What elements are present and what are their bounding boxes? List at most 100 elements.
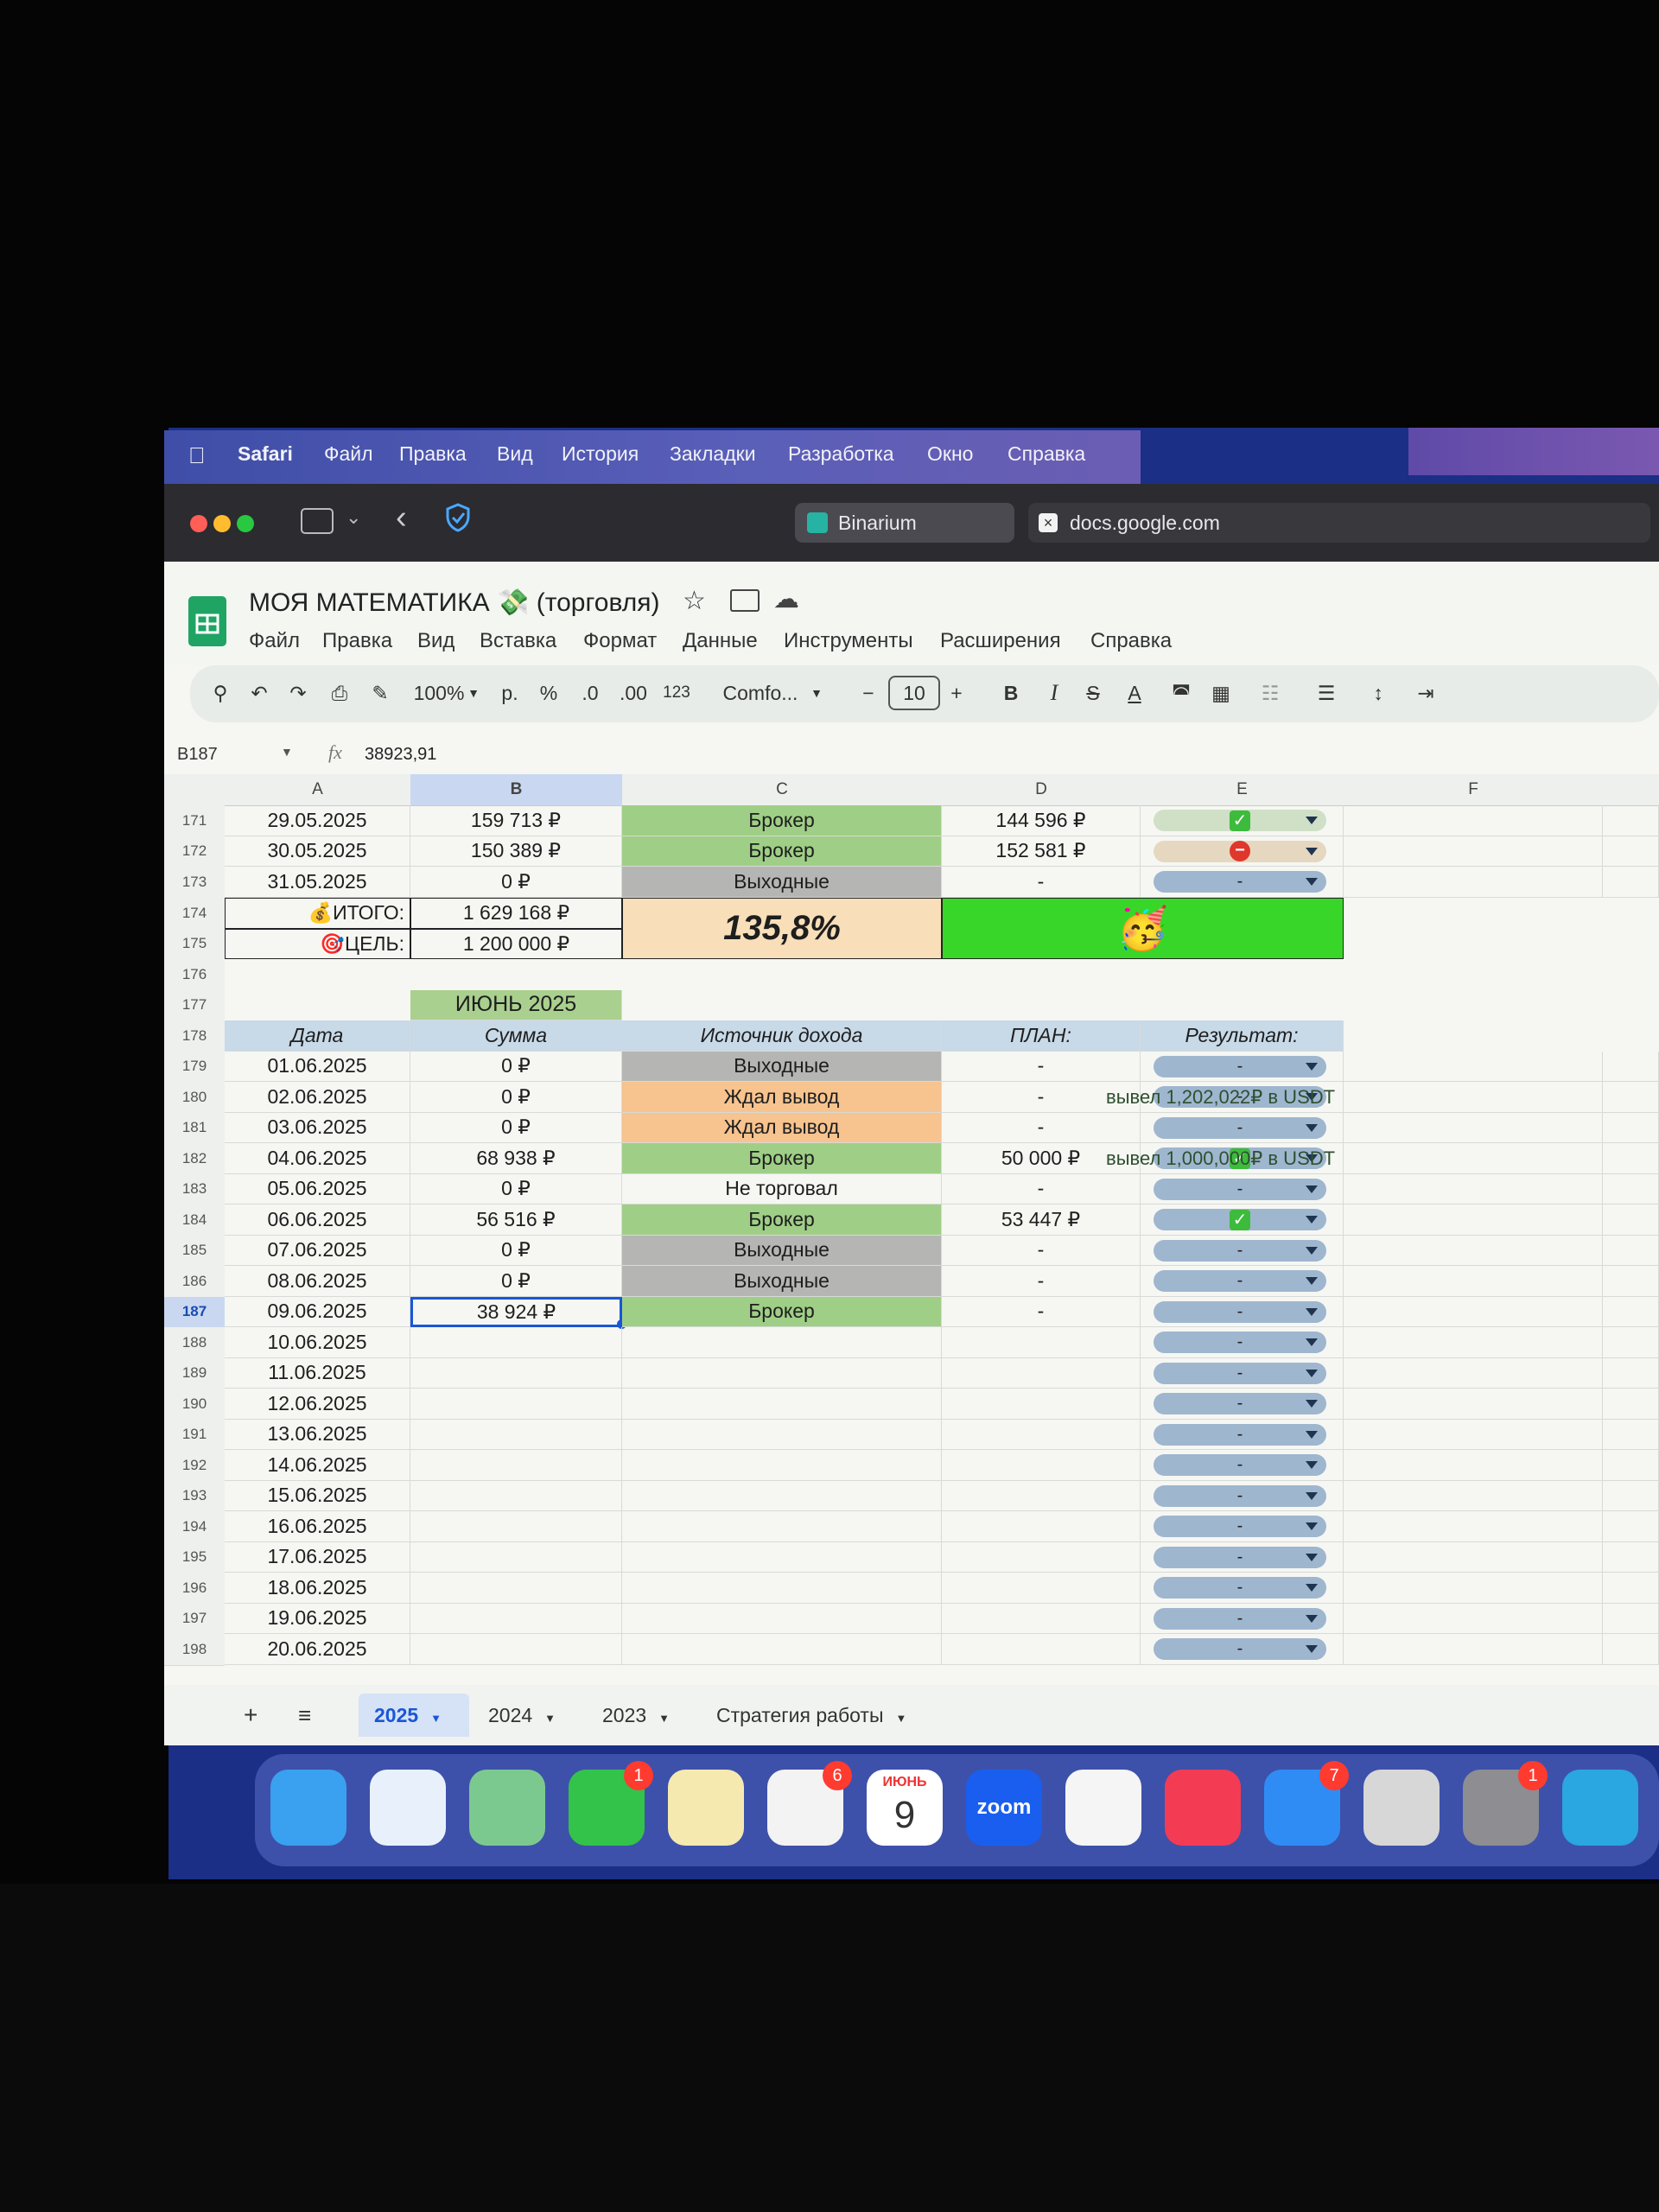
menu-help[interactable]: Справка — [1007, 442, 1085, 466]
chevron-down-icon[interactable]: ▼ — [895, 1712, 906, 1725]
gs-menu-insert[interactable]: Вставка — [480, 629, 556, 653]
column-header-a[interactable]: A — [225, 774, 411, 806]
note-cell[interactable] — [1344, 867, 1603, 898]
note-cell[interactable] — [1344, 805, 1603, 836]
row-number[interactable]: 182 — [164, 1143, 225, 1175]
gs-menu-file[interactable]: Файл — [249, 629, 300, 653]
paint-format-icon[interactable]: ✎ — [367, 676, 393, 710]
result-dropdown[interactable]: - — [1154, 871, 1326, 893]
amount-cell[interactable] — [410, 1511, 622, 1542]
amount-cell[interactable] — [410, 1634, 622, 1665]
result-dropdown[interactable]: - — [1154, 1239, 1326, 1262]
source-cell[interactable]: Выходные — [622, 867, 942, 898]
source-cell[interactable]: Брокер — [622, 805, 942, 836]
note-cell[interactable] — [1344, 1173, 1603, 1205]
result-dropdown[interactable]: - — [1154, 1638, 1326, 1660]
amount-cell[interactable] — [410, 1480, 622, 1511]
amount-cell[interactable] — [410, 1450, 622, 1481]
column-header-g[interactable] — [1603, 774, 1659, 806]
row-number[interactable]: 181 — [164, 1112, 225, 1144]
add-sheet-button[interactable]: + — [244, 1694, 257, 1737]
plan-cell[interactable] — [942, 1327, 1141, 1358]
sheet-tab[interactable]: 2024 ▼ — [473, 1694, 583, 1737]
row-number[interactable]: 177 — [164, 989, 225, 1021]
redo-icon[interactable]: ↷ — [285, 676, 311, 710]
month-title[interactable]: ИЮНЬ 2025 — [410, 989, 622, 1020]
note-cell[interactable] — [1344, 1266, 1603, 1297]
settings-icon[interactable]: 1 — [1463, 1761, 1548, 1846]
date-cell[interactable]: 11.06.2025 — [225, 1357, 410, 1389]
source-cell[interactable] — [622, 1634, 942, 1665]
plan-cell[interactable] — [942, 1511, 1141, 1542]
strikethrough-icon[interactable]: S — [1080, 676, 1106, 710]
result-dropdown[interactable]: - — [1154, 1332, 1326, 1353]
menu-develop[interactable]: Разработка — [788, 442, 894, 466]
plan-cell[interactable]: 144 596 ₽ — [942, 805, 1141, 836]
empty-cell[interactable] — [1603, 1051, 1659, 1082]
row-number[interactable]: 192 — [164, 1450, 225, 1482]
maps-icon[interactable] — [469, 1770, 545, 1846]
row-number[interactable]: 188 — [164, 1327, 225, 1359]
note-cell[interactable] — [1344, 1112, 1603, 1143]
text-color-icon[interactable]: A — [1119, 676, 1150, 710]
date-cell[interactable]: 13.06.2025 — [225, 1419, 410, 1450]
plan-cell[interactable] — [942, 1603, 1141, 1634]
result-dropdown[interactable]: - — [1154, 1362, 1326, 1384]
row-number[interactable]: 185 — [164, 1235, 225, 1267]
amount-cell[interactable]: 0 ₽ — [410, 1051, 622, 1082]
source-cell[interactable] — [622, 1419, 942, 1450]
cloud-saved-icon[interactable]: ☁ — [773, 584, 799, 614]
merge-cells-icon[interactable]: ☷ — [1249, 676, 1292, 710]
date-cell[interactable]: 10.06.2025 — [225, 1327, 410, 1358]
empty-cell[interactable] — [1603, 1235, 1659, 1266]
chevron-down-icon[interactable]: ▼ — [808, 676, 825, 710]
source-cell[interactable]: Не торговал — [622, 1173, 942, 1205]
amount-cell[interactable]: 0 ₽ — [410, 1082, 622, 1113]
note-cell[interactable] — [1344, 1450, 1603, 1481]
tab-google-docs[interactable]: × docs.google.com — [1028, 503, 1650, 543]
amount-cell[interactable]: 150 389 ₽ — [410, 836, 622, 867]
source-cell[interactable] — [622, 1573, 942, 1604]
source-cell[interactable]: Брокер — [622, 1143, 942, 1174]
gs-menu-extensions[interactable]: Расширения — [940, 629, 1061, 653]
column-header-f[interactable]: F — [1344, 774, 1604, 806]
number-format-button[interactable]: 123 — [659, 676, 694, 710]
result-cell[interactable]: - — [1141, 1296, 1344, 1327]
zoom-window-button[interactable] — [237, 515, 254, 532]
text-wrap-icon[interactable]: ⇥ — [1408, 676, 1443, 710]
empty-cell[interactable] — [1603, 1541, 1659, 1573]
zoom-select[interactable]: 100% — [409, 676, 469, 710]
chevron-down-icon[interactable]: ⌄ — [346, 506, 361, 529]
sheet-tab[interactable]: Стратегия работы ▼ — [701, 1694, 958, 1737]
plan-cell[interactable]: - — [942, 867, 1141, 898]
empty-cell[interactable] — [1603, 1511, 1659, 1542]
calculator-icon[interactable] — [1363, 1770, 1440, 1846]
empty-cell[interactable] — [1603, 1357, 1659, 1389]
row-number[interactable]: 186 — [164, 1266, 225, 1298]
result-cell[interactable]: - — [1141, 867, 1344, 898]
finder-icon[interactable] — [270, 1770, 346, 1846]
amount-cell[interactable] — [410, 1541, 622, 1573]
empty-cell[interactable] — [1603, 1205, 1659, 1236]
source-cell[interactable] — [622, 1357, 942, 1389]
font-size-increase-button[interactable]: + — [944, 676, 969, 710]
percent-format-button[interactable]: % — [536, 676, 562, 710]
chevron-down-icon[interactable] — [1306, 1491, 1318, 1500]
date-cell[interactable]: 16.06.2025 — [225, 1511, 410, 1542]
amount-cell[interactable] — [410, 1327, 622, 1358]
source-cell[interactable] — [622, 1541, 942, 1573]
chevron-down-icon[interactable] — [1306, 878, 1318, 886]
fill-color-icon[interactable]: ◚ — [1168, 676, 1194, 710]
result-dropdown[interactable]: - — [1154, 1516, 1326, 1537]
amount-cell[interactable]: 68 938 ₽ — [410, 1143, 622, 1174]
goal-value[interactable]: 1 200 000 ₽ — [410, 928, 622, 959]
column-header-c[interactable]: C — [622, 774, 943, 806]
source-cell[interactable]: Брокер — [622, 836, 942, 867]
header-income-source[interactable]: Источник дохода — [622, 1020, 942, 1052]
gs-menu-edit[interactable]: Правка — [322, 629, 392, 653]
column-header-d[interactable]: D — [942, 774, 1141, 806]
note-cell[interactable] — [1344, 1541, 1603, 1573]
total-label[interactable]: 💰ИТОГО: — [225, 898, 410, 929]
chevron-down-icon[interactable] — [1306, 1062, 1318, 1071]
result-dropdown[interactable]: - — [1154, 1577, 1326, 1599]
